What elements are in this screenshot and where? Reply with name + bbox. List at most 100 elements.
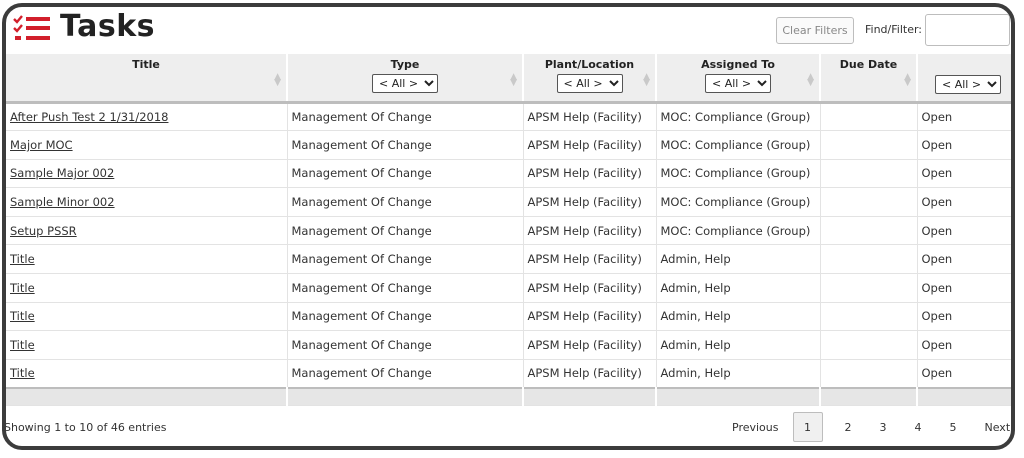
table-row[interactable]: Major MOC Management Of Change APSM Help (… [6, 130, 1011, 160]
task-title-link[interactable]: Setup PSSR [10, 224, 77, 238]
cell-status: Open [917, 302, 1011, 332]
previous-page-button[interactable]: Previous [724, 412, 787, 442]
cell-title[interactable]: Sample Major 002 [6, 159, 288, 189]
page-title: Tasks [60, 9, 156, 44]
column-header-plant-location[interactable]: Plant/Location < All > ▲ ▼ [523, 54, 657, 104]
cell-assigned-to: Admin, Help [656, 244, 821, 275]
cell-title[interactable]: Setup PSSR [6, 216, 288, 246]
task-title-link[interactable]: Major MOC [10, 138, 73, 152]
cell-assigned-to: MOC: Compliance (Group) [656, 159, 821, 189]
table-row[interactable]: Title Management Of Change APSM Help (Faci… [6, 330, 1011, 360]
column-label: Title [132, 58, 160, 71]
cell-type: Management Of Change [287, 216, 524, 246]
cell-title[interactable]: Sample Minor 002 [6, 187, 288, 217]
cell-title[interactable]: Major MOC [6, 130, 288, 160]
task-title-link[interactable]: After Push Test 2 1/31/2018 [10, 110, 168, 124]
cell-status: Open [917, 102, 1011, 132]
task-title-link[interactable]: Sample Major 002 [10, 166, 114, 180]
app-window: Tasks Clear Filters Find/Filter: Title ▲… [2, 3, 1015, 450]
sort-icon[interactable]: ▲ ▼ [643, 73, 650, 88]
table-row[interactable]: Sample Minor 002 Management Of Change APSM… [6, 187, 1011, 217]
tasks-table-wrapper: Title ▲ ▼ Type < All > ▲ ▼ Plant/Location … [6, 54, 1011, 407]
column-header-due-date[interactable]: Due Date ▲ ▼ [820, 54, 918, 104]
cell-assigned-to: Admin, Help [656, 330, 821, 360]
cell-plant-location: APSM Help (Facility) [523, 216, 657, 246]
table-row[interactable]: After Push Test 2 1/31/2018 Management Of… [6, 102, 1011, 132]
table-row[interactable]: Title Management Of Change APSM Help (Faci… [6, 273, 1011, 303]
cell-assigned-to: MOC: Compliance (Group) [656, 216, 821, 246]
task-title-link[interactable]: Title [10, 338, 35, 352]
cell-plant-location: APSM Help (Facility) [523, 159, 657, 189]
cell-plant-location: APSM Help (Facility) [523, 273, 657, 303]
page-button-4[interactable]: 4 [901, 412, 936, 442]
plant-location-filter-select[interactable]: < All > [556, 74, 623, 93]
find-filter-label: Find/Filter: [865, 23, 922, 36]
table-row[interactable]: Title Management Of Change APSM Help (Faci… [6, 302, 1011, 332]
task-title-link[interactable]: Title [10, 252, 35, 266]
entries-info: Showing 1 to 10 of 46 entries [4, 421, 167, 434]
find-filter-input[interactable] [925, 14, 1010, 46]
table-row[interactable]: Title Management Of Change APSM Help (Faci… [6, 359, 1011, 389]
cell-assigned-to: Admin, Help [656, 359, 821, 389]
cell-plant-location: APSM Help (Facility) [523, 130, 657, 160]
tasks-table: Title ▲ ▼ Type < All > ▲ ▼ Plant/Location … [6, 54, 1011, 407]
cell-due-date [820, 216, 918, 246]
pagination: Previous 1 2 3 4 5 Next [724, 411, 1012, 443]
cell-title[interactable]: Title [6, 302, 288, 332]
sort-icon[interactable]: ▲ ▼ [807, 73, 814, 88]
page-button-2[interactable]: 2 [831, 412, 866, 442]
page-button-3[interactable]: 3 [866, 412, 901, 442]
table-row[interactable]: Title Management Of Change APSM Help (Faci… [6, 244, 1011, 275]
cell-due-date [820, 273, 918, 303]
cell-plant-location: APSM Help (Facility) [523, 244, 657, 275]
table-body: After Push Test 2 1/31/2018 Management Of… [6, 102, 1011, 389]
column-label: Due Date [839, 58, 898, 71]
cell-assigned-to: Admin, Help [656, 302, 821, 332]
column-header-type[interactable]: Type < All > ▲ ▼ [287, 54, 524, 104]
cell-status: Open [917, 187, 1011, 217]
cell-status: Open [917, 159, 1011, 189]
task-title-link[interactable]: Sample Minor 002 [10, 195, 115, 209]
cell-title[interactable]: After Push Test 2 1/31/2018 [6, 102, 288, 132]
cell-due-date [820, 187, 918, 217]
cell-assigned-to: MOC: Compliance (Group) [656, 187, 821, 217]
cell-due-date [820, 159, 918, 189]
cell-plant-location: APSM Help (Facility) [523, 302, 657, 332]
task-title-link[interactable]: Title [10, 309, 35, 323]
type-filter-select[interactable]: < All > [372, 74, 438, 93]
cell-status: Open [917, 216, 1011, 246]
cell-title[interactable]: Title [6, 273, 288, 303]
cell-due-date [820, 244, 918, 275]
task-title-link[interactable]: Title [10, 366, 35, 380]
sort-icon[interactable]: ▲ ▼ [904, 73, 911, 88]
cell-status: Open [917, 273, 1011, 303]
cell-plant-location: APSM Help (Facility) [523, 359, 657, 389]
page-button-5[interactable]: 5 [936, 412, 971, 442]
column-label: Assigned To [701, 58, 775, 71]
sort-icon[interactable]: ▲ ▼ [274, 73, 281, 88]
cell-title[interactable]: Title [6, 330, 288, 360]
cell-due-date [820, 102, 918, 132]
cell-title[interactable]: Title [6, 359, 288, 389]
cell-status: Open [917, 130, 1011, 160]
cell-type: Management Of Change [287, 244, 524, 275]
column-header-title[interactable]: Title ▲ ▼ [6, 54, 288, 104]
assigned-to-filter-select[interactable]: < All > [705, 74, 771, 93]
page-button-1[interactable]: 1 [792, 412, 823, 442]
sort-icon[interactable]: ▲ ▼ [510, 73, 517, 88]
cell-due-date [820, 130, 918, 160]
next-page-button[interactable]: Next [971, 412, 1012, 442]
column-header-assigned-to[interactable]: Assigned To < All > ▲ ▼ [656, 54, 821, 104]
table-row[interactable]: Setup PSSR Management Of Change APSM Help … [6, 216, 1011, 246]
cell-assigned-to: MOC: Compliance (Group) [656, 102, 821, 132]
cell-status: Open [917, 244, 1011, 275]
table-row[interactable]: Sample Major 002 Management Of Change APSM… [6, 159, 1011, 189]
clear-filters-button[interactable]: Clear Filters [776, 17, 854, 44]
status-filter-select[interactable]: < All > [935, 75, 1001, 94]
column-label: Type [390, 58, 420, 71]
column-label: Plant/Location [544, 58, 635, 71]
cell-type: Management Of Change [287, 159, 524, 189]
column-header-status[interactable]: < All > [917, 54, 1011, 104]
task-title-link[interactable]: Title [10, 281, 35, 295]
cell-title[interactable]: Title [6, 244, 288, 275]
